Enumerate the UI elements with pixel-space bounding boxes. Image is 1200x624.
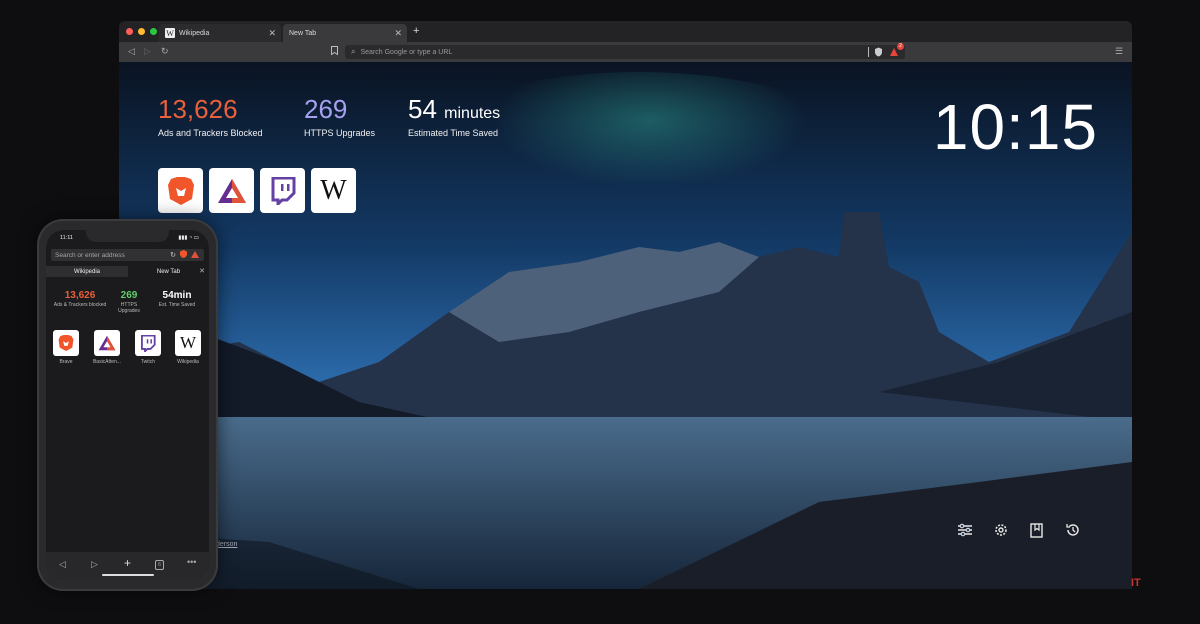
phone-time-label: Est. Time Saved — [158, 302, 196, 308]
brave-shields-icon[interactable] — [874, 47, 883, 59]
https-upgrades-label: HTTPS Upgrades — [304, 128, 376, 138]
phone-back-icon[interactable]: ◁ — [59, 559, 66, 570]
bat-triangle-icon — [217, 178, 246, 203]
phone-ads-count: 13,626 — [64, 290, 96, 301]
phone-address-bar[interactable]: Search or enter address ↻ — [51, 249, 204, 261]
back-icon[interactable]: ◁ — [128, 46, 135, 57]
customize-toolbar — [957, 522, 1081, 538]
new-tab-page: 13,626 Ads and Trackers Blocked 269 HTTP… — [119, 62, 1132, 589]
phone-bottom-toolbar: ◁ ▷ + 6 ••• — [46, 552, 209, 580]
https-upgrades-count: 269 — [304, 94, 348, 124]
top-site-wikipedia[interactable]: W — [311, 168, 356, 213]
settings-gear-icon[interactable] — [993, 522, 1009, 538]
address-bar[interactable]: ⌕ Search Google or type a URL 2 — [345, 43, 905, 59]
ads-blocked-count: 13,626 — [158, 94, 238, 124]
top-site-brave[interactable] — [158, 168, 203, 213]
phone-rewards-icon[interactable] — [191, 250, 199, 260]
bookmarks-icon[interactable] — [1029, 522, 1045, 538]
phone-home-indicator — [102, 574, 154, 576]
phone-site-twitch[interactable] — [135, 330, 161, 356]
phone-tabs-icon[interactable]: 6 — [155, 560, 164, 570]
bat-triangle-icon — [98, 335, 116, 351]
close-tab-icon[interactable]: ✕ — [268, 28, 276, 39]
phone-tab-new-tab[interactable]: New Tab — [128, 266, 209, 277]
search-icon: ⌕ — [351, 47, 356, 56]
phone-time-count: 54min — [162, 290, 192, 301]
address-bar-placeholder: Search Google or type a URL — [360, 48, 453, 56]
wikipedia-w-icon: W — [179, 333, 197, 352]
desktop-browser-window: W Wikipedia ✕ New Tab ✕ + ◁ ▷ ↻ ⌕ Search… — [119, 21, 1132, 589]
time-saved-label: Estimated Time Saved — [408, 128, 499, 138]
phone-forward-icon[interactable]: ▷ — [91, 559, 98, 570]
phone-screen: 11:11 ▮▮▮ ◔ ▭ Search or enter address ↻ … — [46, 230, 209, 580]
time-saved-unit: minutes — [444, 105, 501, 122]
phone-notch — [86, 230, 169, 242]
phone-site-label: Wikipedia — [177, 359, 199, 365]
new-tab-button[interactable]: + — [413, 25, 419, 37]
customize-sliders-icon[interactable] — [957, 522, 973, 538]
https-upgrades-stat: 269 HTTPS Upgrades — [304, 94, 375, 138]
phone-more-icon[interactable]: ••• — [187, 557, 196, 567]
address-divider — [868, 47, 869, 57]
phone-address-placeholder: Search or enter address — [55, 251, 125, 259]
phone-site-wikipedia[interactable]: W — [175, 330, 201, 356]
phone-site-bat[interactable] — [94, 330, 120, 356]
rewards-badge: 2 — [897, 43, 904, 50]
tab-new-tab[interactable]: New Tab ✕ — [283, 24, 407, 42]
history-icon[interactable] — [1065, 522, 1081, 538]
phone-site-label: BasicAtten... — [92, 359, 122, 365]
phone-site-label: Twitch — [140, 359, 156, 365]
photo-credit-link[interactable]: derson — [216, 541, 237, 548]
minimize-window-button[interactable] — [138, 28, 145, 35]
bookmark-icon[interactable] — [331, 46, 338, 57]
phone-ads-label: Ads & Trackers blocked — [53, 302, 107, 308]
maximize-window-button[interactable] — [150, 28, 157, 35]
phone-ads-stat: 13,626 Ads & Trackers blocked — [52, 290, 108, 308]
browser-toolbar: ◁ ▷ ↻ ⌕ Search Google or type a URL 2 ☰ — [119, 42, 1132, 62]
phone-site-label: Brave — [59, 359, 73, 365]
phone-status-time: 11:11 — [60, 235, 73, 241]
ads-blocked-stat: 13,626 Ads and Trackers Blocked — [158, 94, 263, 138]
close-window-button[interactable] — [126, 28, 133, 35]
wikipedia-favicon-icon: W — [165, 28, 175, 38]
phone-tab-strip: Wikipedia New Tab ✕ — [46, 266, 209, 277]
twitch-icon — [271, 176, 295, 205]
phone-close-tab-icon[interactable]: ✕ — [199, 267, 205, 275]
tab-label: Wikipedia — [179, 29, 210, 37]
phone-status-icons: ▮▮▮ ◔ ▭ — [178, 235, 199, 241]
time-saved-value: 54 — [408, 94, 437, 124]
phone-site-brave[interactable] — [53, 330, 79, 356]
clock: 10:15 — [932, 91, 1098, 163]
top-site-twitch[interactable] — [260, 168, 305, 213]
phone-tab-wikipedia[interactable]: Wikipedia — [46, 266, 128, 277]
wikipedia-w-icon: W — [320, 174, 347, 206]
phone-reload-icon[interactable]: ↻ — [170, 251, 176, 259]
phone-https-stat: 269 HTTPS Upgrades — [112, 290, 146, 314]
tab-bar: W Wikipedia ✕ New Tab ✕ + — [119, 21, 1132, 42]
watermark-logo: IT — [1131, 577, 1141, 589]
mobile-phone-mockup: 11:11 ▮▮▮ ◔ ▭ Search or enter address ↻ … — [39, 221, 216, 589]
menu-icon[interactable]: ☰ — [1115, 46, 1123, 57]
phone-time-stat: 54min Est. Time Saved — [152, 290, 202, 308]
tab-wikipedia[interactable]: W Wikipedia ✕ — [159, 24, 281, 42]
forward-icon[interactable]: ▷ — [144, 46, 151, 57]
phone-https-count: 269 — [120, 290, 138, 301]
tab-label: New Tab — [289, 29, 317, 37]
window-controls — [126, 28, 157, 35]
phone-add-tab-icon[interactable]: + — [124, 556, 131, 570]
close-tab-icon[interactable]: ✕ — [394, 28, 402, 39]
phone-https-label: HTTPS Upgrades — [118, 302, 140, 314]
ads-blocked-label: Ads and Trackers Blocked — [158, 128, 263, 138]
phone-shields-icon[interactable] — [180, 250, 187, 260]
brave-lion-icon — [58, 335, 74, 351]
twitch-icon — [141, 334, 156, 352]
top-site-bat[interactable] — [209, 168, 254, 213]
brave-lion-icon — [167, 176, 194, 205]
reload-icon[interactable]: ↻ — [161, 46, 169, 57]
time-saved-stat: 54 minutes Estimated Time Saved — [408, 94, 500, 138]
